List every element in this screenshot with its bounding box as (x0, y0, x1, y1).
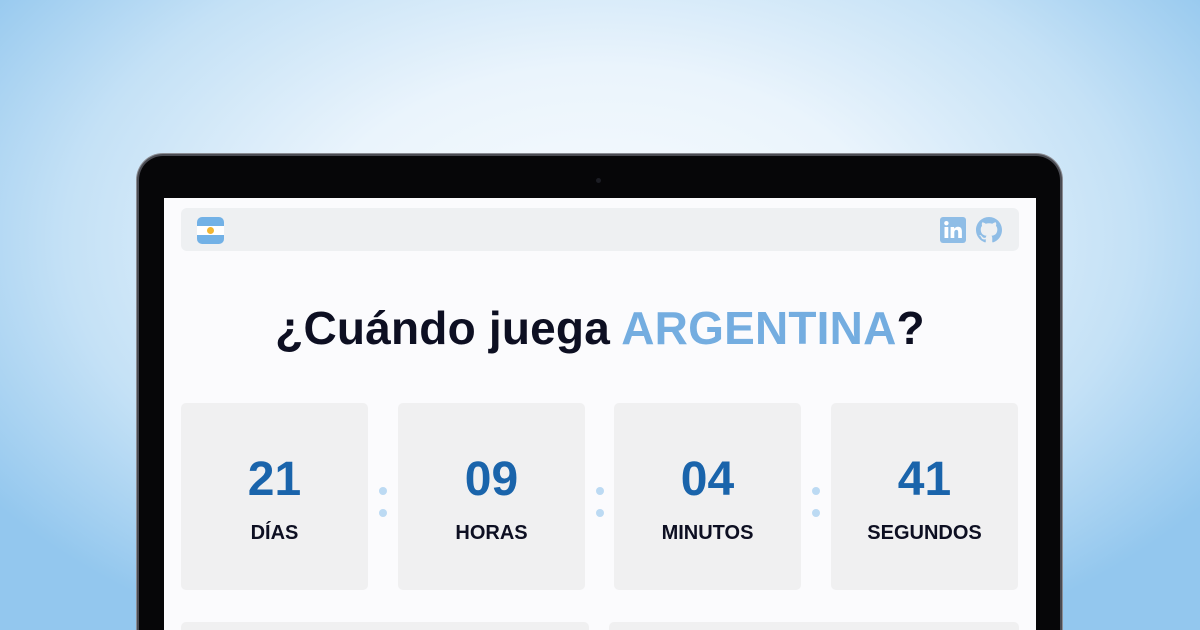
minutes-value: 04 (680, 453, 735, 506)
separator-dot (379, 487, 387, 495)
days-label: DÍAS (250, 522, 299, 544)
countdown-separator (596, 487, 604, 517)
argentina-flag-icon[interactable] (197, 217, 224, 244)
countdown-hours: 09 HORAS (398, 403, 585, 590)
github-icon[interactable] (976, 217, 1002, 243)
seconds-label: SEGUNDOS (867, 522, 982, 544)
sun-of-may (207, 227, 214, 234)
countdown-seconds: 41 SEGUNDOS (831, 403, 1018, 590)
countdown-days: 21 DÍAS (181, 403, 368, 590)
countdown-separator (379, 487, 387, 517)
webcam (596, 178, 601, 183)
match-info-card (609, 622, 1019, 630)
countdown-minutes: 04 MINUTOS (614, 403, 801, 590)
title-highlight: ARGENTINA (621, 302, 897, 354)
browser-viewport: ¿Cuándo juega ARGENTINA? 21 DÍAS 09 HORA… (164, 198, 1036, 630)
match-info-card (181, 622, 589, 630)
separator-dot (596, 509, 604, 517)
seconds-value: 41 (897, 453, 952, 506)
hours-label: HORAS (455, 522, 528, 544)
minutes-label: MINUTOS (661, 522, 754, 544)
days-value: 21 (247, 453, 302, 506)
separator-dot (812, 509, 820, 517)
countdown-separator (812, 487, 820, 517)
title-suffix: ? (896, 302, 925, 354)
hours-value: 09 (464, 453, 519, 506)
separator-dot (596, 487, 604, 495)
separator-dot (812, 487, 820, 495)
linkedin-icon[interactable] (940, 217, 966, 243)
page-title: ¿Cuándo juega ARGENTINA? (164, 301, 1036, 355)
title-prefix: ¿Cuándo juega (275, 302, 622, 354)
header-bar (181, 208, 1019, 251)
separator-dot (379, 509, 387, 517)
